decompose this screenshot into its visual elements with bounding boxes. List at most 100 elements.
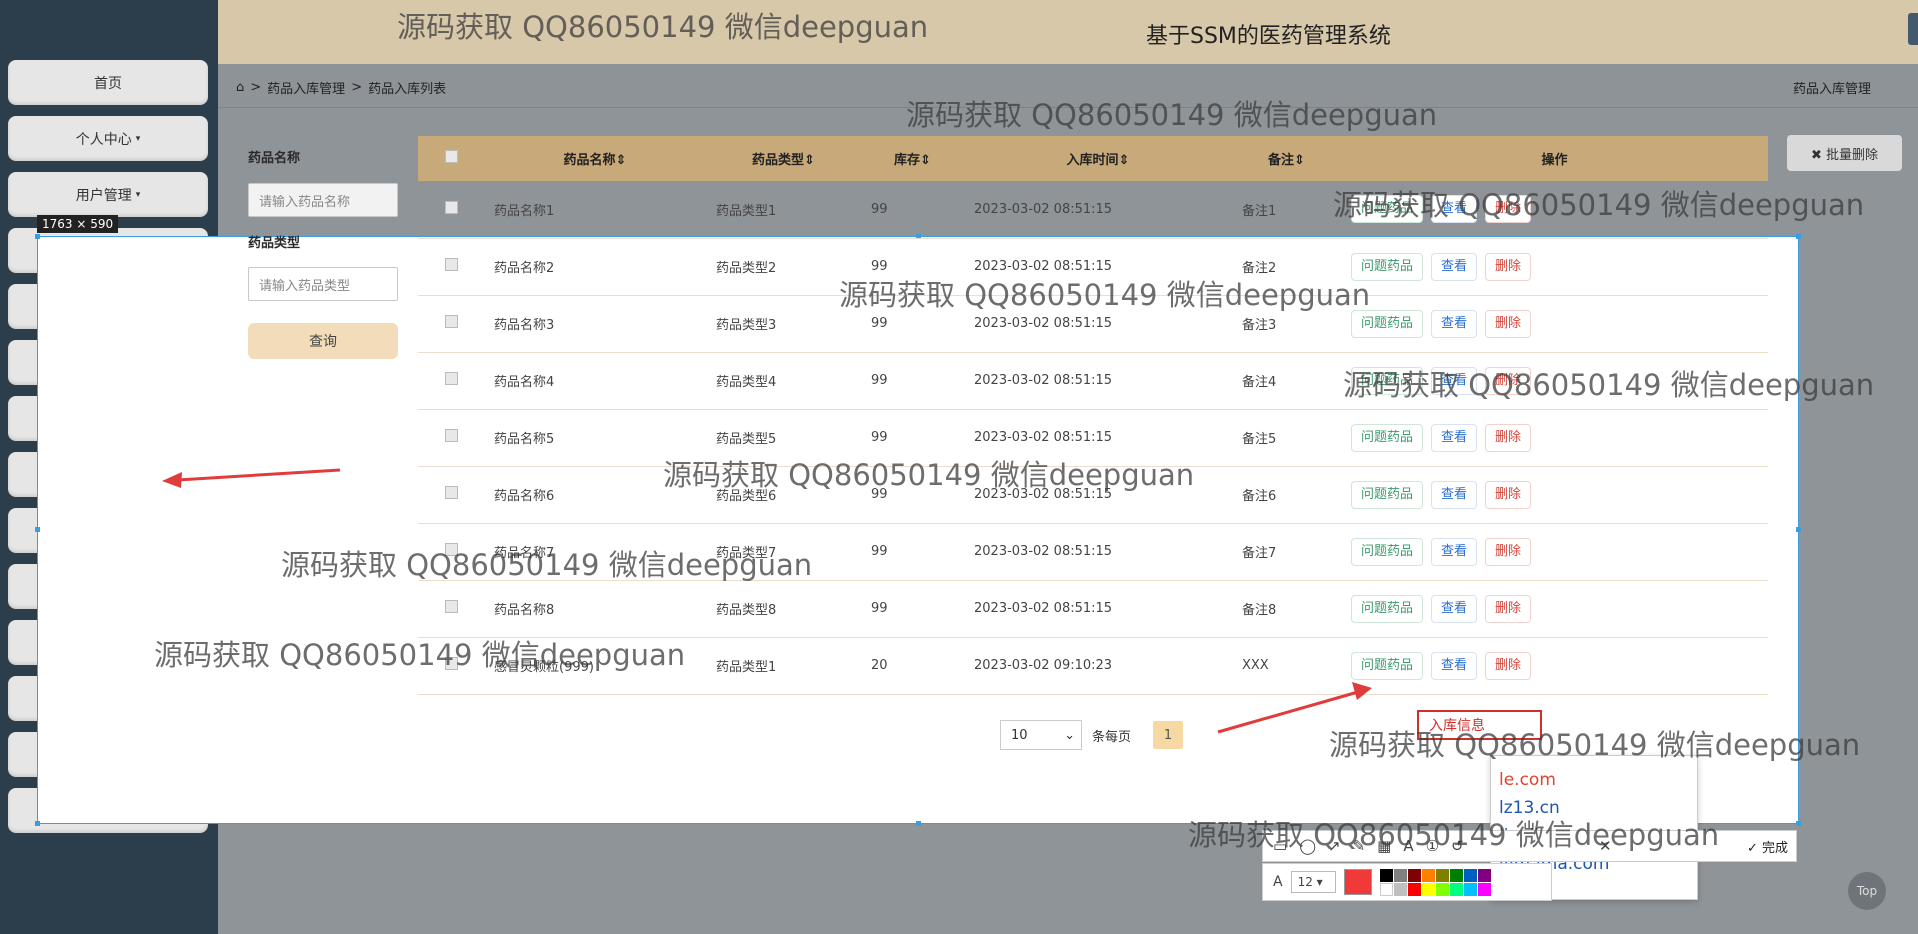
row-checkbox[interactable] — [418, 580, 484, 638]
batch-delete-button[interactable]: ✖ 批量删除 — [1787, 135, 1902, 171]
table-row: 药品名称8 药品类型8 99 2023-03-02 08:51:15 备注8 问题药品 查看… — [418, 580, 1768, 638]
type-search-label: 药品类型 — [248, 236, 301, 251]
cell-actions: 问题药品 查看 删除 — [1341, 580, 1768, 638]
delete-button[interactable]: 删除 — [1485, 309, 1532, 338]
font-size-value: 12 — [1297, 875, 1313, 889]
home-icon[interactable]: ⌂ — [236, 80, 244, 95]
cell-note: 备注7 — [1232, 523, 1341, 581]
cell-type: 药品类型8 — [706, 580, 861, 638]
cell-type: 药品类型1 — [706, 637, 861, 695]
cell-actions: 问题药品 查看 删除 — [1341, 295, 1768, 353]
cell-actions: 问题药品 查看 删除 — [1341, 466, 1768, 524]
name-search-label: 药品名称 — [248, 151, 301, 166]
row-checkbox[interactable] — [418, 295, 484, 353]
watermark: 源码获取 QQ86050149 微信deepguan — [663, 458, 1195, 492]
cell-note: 备注8 — [1232, 580, 1341, 638]
resize-handle[interactable] — [35, 234, 40, 239]
per-page-label: 条每页 — [1092, 730, 1132, 745]
row-checkbox[interactable] — [418, 181, 484, 239]
delete-button[interactable]: 删除 — [1485, 480, 1532, 509]
resize-handle[interactable] — [1796, 234, 1801, 239]
current-color-swatch[interactable] — [1343, 869, 1372, 895]
done-button[interactable]: ✓ 完成 — [1747, 837, 1788, 856]
cell-name: 药品名称4 — [484, 352, 706, 410]
fullscreen-icon[interactable]: ⤢ — [1908, 13, 1918, 45]
cell-note: 备注1 — [1232, 181, 1341, 239]
breadcrumb-right: 药品入库管理 — [1792, 82, 1871, 97]
row-checkbox[interactable] — [418, 466, 484, 524]
col-header-note[interactable]: 备注⇕ — [1232, 136, 1341, 181]
font-size-select[interactable]: 12 ▾ — [1290, 871, 1336, 893]
resize-handle[interactable] — [1796, 821, 1801, 826]
capture-style-toolbar: A 12 ▾ — [1262, 863, 1552, 901]
cell-note: 备注5 — [1232, 409, 1341, 467]
color-palette[interactable] — [1379, 868, 1491, 896]
resize-handle[interactable] — [1796, 527, 1801, 532]
table-header-row: 药品名称⇕ 药品类型⇕ 库存⇕ 入库时间⇕ 备注⇕ 操作 — [418, 136, 1768, 181]
name-search-input[interactable]: 请输入药品名称 — [248, 183, 398, 217]
cell-type: 药品类型1 — [706, 181, 861, 239]
caret-down-icon: ▾ — [135, 189, 141, 200]
cell-stock: 99 — [861, 181, 964, 239]
problem-drug-button[interactable]: 问题药品 — [1351, 423, 1424, 452]
watermark: 源码获取 QQ86050149 微信deepguan — [906, 98, 1438, 132]
query-button[interactable]: 查询 — [248, 323, 398, 359]
sidebar-item-2[interactable]: 用户管理 ▾ — [8, 172, 208, 217]
selection-size-tag: 1763 × 590 — [37, 215, 119, 233]
type-search-input[interactable]: 请输入药品类型 — [248, 267, 398, 301]
cell-stock: 20 — [861, 637, 964, 695]
select-all-checkbox[interactable] — [418, 136, 484, 181]
breadcrumb-sep: > — [250, 80, 262, 95]
autocomplete-item[interactable]: le.com — [1499, 766, 1689, 794]
cell-actions: 问题药品 查看 删除 — [1341, 238, 1768, 296]
view-button[interactable]: 查看 — [1431, 651, 1478, 680]
watermark: 源码获取 QQ86050149 微信deepguan — [397, 10, 929, 44]
cell-actions: 问题药品 查看 删除 — [1341, 409, 1768, 467]
resize-handle[interactable] — [35, 821, 40, 826]
back-to-top-button[interactable]: Top — [1848, 872, 1886, 910]
col-header-actions: 操作 — [1341, 136, 1768, 181]
col-header-type[interactable]: 药品类型⇕ — [706, 136, 861, 181]
delete-button[interactable]: 删除 — [1485, 423, 1532, 452]
watermark: 源码获取 QQ86050149 微信deepguan — [1343, 368, 1875, 402]
problem-drug-button[interactable]: 问题药品 — [1351, 537, 1424, 566]
sidebar-item-1[interactable]: 个人中心 ▾ — [8, 116, 208, 161]
breadcrumb-sep: > — [351, 80, 363, 95]
problem-drug-button[interactable]: 问题药品 — [1351, 651, 1424, 680]
view-button[interactable]: 查看 — [1431, 537, 1478, 566]
watermark: 源码获取 QQ86050149 微信deepguan — [154, 638, 686, 672]
page-number-current[interactable]: 1 — [1153, 721, 1183, 749]
cell-name: 药品名称2 — [484, 238, 706, 296]
delete-button[interactable]: 删除 — [1485, 651, 1532, 680]
delete-button[interactable]: 删除 — [1485, 537, 1532, 566]
cell-note: 备注6 — [1232, 466, 1341, 524]
cell-time: 2023-03-02 08:51:15 — [964, 181, 1232, 239]
view-button[interactable]: 查看 — [1431, 423, 1478, 452]
view-button[interactable]: 查看 — [1431, 252, 1478, 281]
resize-handle[interactable] — [35, 527, 40, 532]
col-header-time[interactable]: 入库时间⇕ — [964, 136, 1232, 181]
problem-drug-button[interactable]: 问题药品 — [1351, 594, 1424, 623]
row-checkbox[interactable] — [418, 409, 484, 467]
view-button[interactable]: 查看 — [1431, 480, 1478, 509]
delete-button[interactable]: 删除 — [1485, 252, 1532, 281]
cell-stock: 99 — [861, 523, 964, 581]
view-button[interactable]: 查看 — [1431, 594, 1478, 623]
cell-time: 2023-03-02 08:51:15 — [964, 352, 1232, 410]
col-header-name[interactable]: 药品名称⇕ — [484, 136, 706, 181]
breadcrumb-level1[interactable]: 药品入库管理 — [267, 78, 345, 97]
row-checkbox[interactable] — [418, 352, 484, 410]
col-header-stock[interactable]: 库存⇕ — [861, 136, 964, 181]
problem-drug-button[interactable]: 问题药品 — [1351, 480, 1424, 509]
delete-button[interactable]: 删除 — [1485, 594, 1532, 623]
resize-handle[interactable] — [916, 821, 921, 826]
sidebar-item-0[interactable]: 首页 — [8, 60, 208, 105]
page-size-select[interactable]: 10 ⌄ — [1000, 720, 1082, 750]
view-button[interactable]: 查看 — [1431, 309, 1478, 338]
cell-name: 药品名称3 — [484, 295, 706, 353]
sidebar-item-label: 个人中心 — [75, 131, 132, 148]
row-checkbox[interactable] — [418, 238, 484, 296]
page-size-value: 10 — [1011, 727, 1028, 743]
breadcrumb-level2: 药品入库列表 — [368, 82, 447, 97]
cell-time: 2023-03-02 08:51:15 — [964, 580, 1232, 638]
